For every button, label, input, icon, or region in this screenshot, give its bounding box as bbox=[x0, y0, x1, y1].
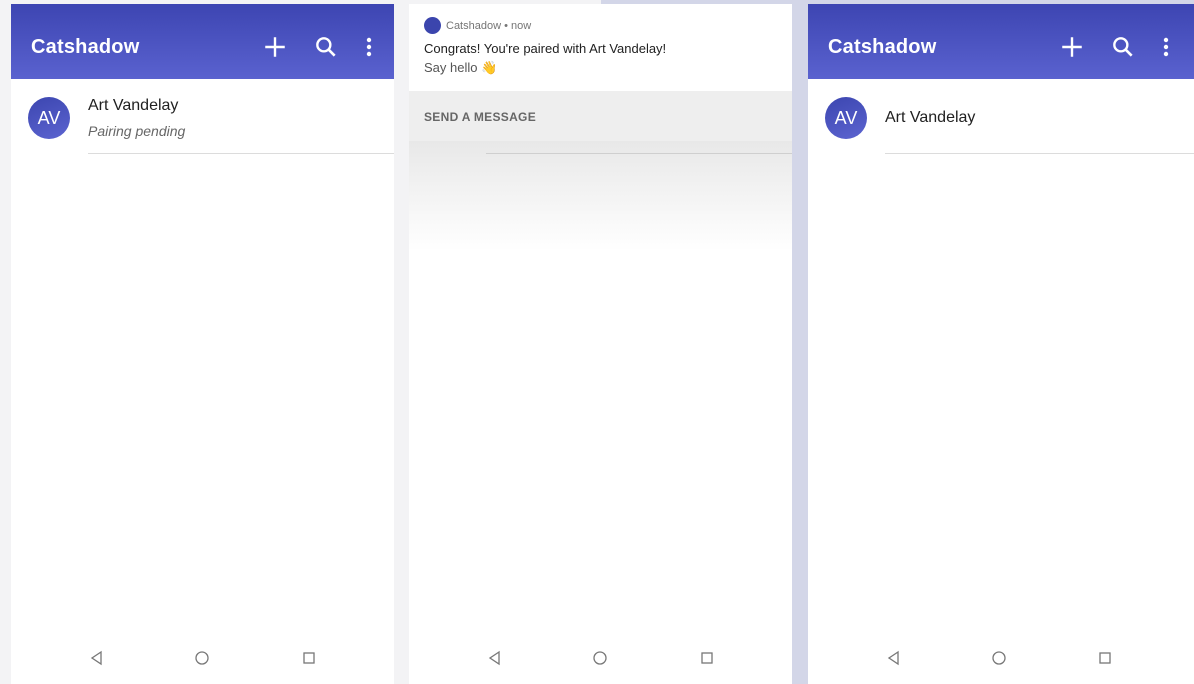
send-message-button[interactable]: SEND A MESSAGE bbox=[424, 110, 536, 124]
contact-status: Pairing pending bbox=[88, 123, 186, 139]
contact-list-item[interactable]: AV Art Vandelay Pairing pending bbox=[11, 79, 394, 155]
app-bar: Catshadow bbox=[808, 4, 1194, 79]
app-title: Catshadow bbox=[31, 36, 140, 58]
divider bbox=[486, 153, 792, 154]
app-title: Catshadow bbox=[828, 36, 937, 58]
more-vert-icon[interactable] bbox=[359, 34, 379, 60]
back-icon[interactable] bbox=[485, 648, 505, 668]
back-icon[interactable] bbox=[884, 648, 904, 668]
phone-screen-pairing-pending: Catshadow AV Art Vandelay Pairing pendin… bbox=[11, 4, 394, 684]
search-icon[interactable] bbox=[313, 34, 339, 60]
recents-icon[interactable] bbox=[697, 648, 717, 668]
recents-icon[interactable] bbox=[299, 648, 319, 668]
contact-name: Art Vandelay bbox=[885, 109, 976, 126]
phone-screen-paired: Catshadow AV Art Vandelay bbox=[808, 4, 1194, 684]
notification-title: Congrats! You're paired with Art Vandela… bbox=[424, 41, 667, 56]
add-icon[interactable] bbox=[1059, 34, 1085, 60]
phone-screen-notification: Catshadow • now Congrats! You're paired … bbox=[409, 4, 792, 684]
contact-list-item[interactable]: AV Art Vandelay bbox=[808, 79, 1194, 155]
home-icon[interactable] bbox=[192, 648, 212, 668]
system-nav-bar bbox=[409, 640, 792, 684]
notification-body: Say hello 👋 bbox=[424, 60, 498, 75]
avatar: AV bbox=[28, 97, 70, 139]
home-icon[interactable] bbox=[989, 648, 1009, 668]
search-icon[interactable] bbox=[1110, 34, 1136, 60]
home-icon[interactable] bbox=[590, 648, 610, 668]
recents-icon[interactable] bbox=[1095, 648, 1115, 668]
system-nav-bar bbox=[808, 640, 1194, 684]
divider bbox=[885, 153, 1194, 154]
contact-name: Art Vandelay bbox=[88, 97, 179, 114]
add-icon[interactable] bbox=[262, 34, 288, 60]
divider bbox=[88, 153, 394, 154]
app-bar: Catshadow bbox=[11, 4, 394, 79]
notification-card[interactable]: Catshadow • now Congrats! You're paired … bbox=[409, 4, 792, 91]
notification-header: Catshadow • now bbox=[446, 20, 532, 32]
more-vert-icon[interactable] bbox=[1156, 34, 1176, 60]
app-icon bbox=[424, 17, 441, 34]
avatar: AV bbox=[825, 97, 867, 139]
shade-shadow bbox=[409, 141, 792, 251]
notification-actions: SEND A MESSAGE bbox=[409, 91, 792, 141]
back-icon[interactable] bbox=[87, 648, 107, 668]
system-nav-bar bbox=[11, 640, 394, 684]
